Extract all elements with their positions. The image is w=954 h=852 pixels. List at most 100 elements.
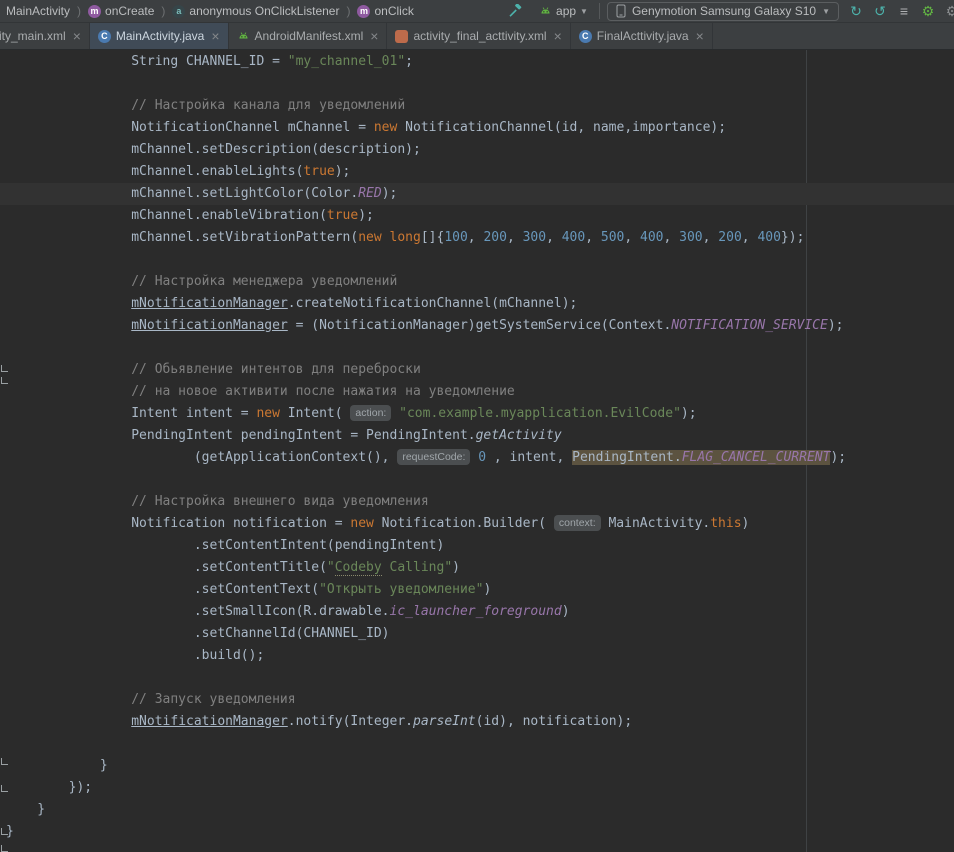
breadcrumb-item[interactable]: MainActivity xyxy=(4,4,72,18)
code-line[interactable]: .setContentText("Открыть уведомление") xyxy=(0,579,954,601)
parameter-hint: context: xyxy=(554,515,601,531)
editor-tab[interactable]: CFinalActtivity.java× xyxy=(571,23,713,49)
code-token: .setContentIntent(pendingIntent) xyxy=(6,538,444,553)
code-token: (id), notification); xyxy=(476,714,633,729)
code-token: ) xyxy=(562,604,570,619)
code-token: }); xyxy=(6,780,92,795)
code-line[interactable] xyxy=(0,469,954,491)
close-tab-icon[interactable]: × xyxy=(554,29,562,43)
code-editor[interactable]: String CHANNEL_ID = "my_channel_01"; // … xyxy=(0,50,954,852)
code-token: FLAG_CANCEL_CURRENT xyxy=(682,450,831,465)
editor-tab[interactable]: ity_main.xml× xyxy=(0,23,90,49)
code-token: true xyxy=(327,208,358,223)
code-token: // Настройка внешнего вида уведомления xyxy=(6,494,429,509)
profiler-icon[interactable]: ⚙ xyxy=(942,1,954,21)
code-token: new xyxy=(256,406,279,421)
run-config-selector[interactable]: app ▼ xyxy=(535,4,592,18)
logcat-list-icon[interactable]: ≡ xyxy=(894,1,914,21)
code-line[interactable]: mNotificationManager = (NotificationMana… xyxy=(0,315,954,337)
code-token: new xyxy=(350,516,373,531)
code-line[interactable]: // на новое активити после нажатия на ув… xyxy=(0,381,954,403)
apply-code-changes-icon[interactable]: ↺ xyxy=(870,1,890,21)
code-token: mChannel.enableVibration( xyxy=(6,208,327,223)
code-line[interactable]: mChannel.setLightColor(Color.RED); xyxy=(0,183,954,205)
code-token: MainActivity. xyxy=(601,516,711,531)
code-line[interactable]: mNotificationManager.createNotificationC… xyxy=(0,293,954,315)
code-token: // на новое активити после нажатия на ув… xyxy=(6,384,515,399)
code-token: PendingIntent pendingIntent = PendingInt… xyxy=(6,428,476,443)
code-line[interactable]: (getApplicationContext(), requestCode: 0… xyxy=(0,447,954,469)
code-line[interactable]: .setContentTitle("Codeby Calling") xyxy=(0,557,954,579)
breadcrumb-item[interactable]: aanonymous OnClickListener xyxy=(170,4,341,18)
code-token: long xyxy=(390,230,421,245)
code-line[interactable]: // Настройка канала для уведомлений xyxy=(0,95,954,117)
fold-marker[interactable] xyxy=(1,828,8,835)
code-token: NOTIFICATION_SERVICE xyxy=(671,318,828,333)
code-token: } xyxy=(6,758,108,773)
code-token: } xyxy=(6,802,45,817)
code-line[interactable]: // Настройка менеджера уведомлений xyxy=(0,271,954,293)
build-hammer-icon[interactable] xyxy=(508,4,528,18)
code-token: ) xyxy=(452,560,460,575)
main-toolbar: MainActivity)monCreate)aanonymous OnClic… xyxy=(0,0,954,23)
code-line[interactable]: mChannel.enableVibration(true); xyxy=(0,205,954,227)
code-token: "my_channel_01" xyxy=(288,54,405,69)
code-line[interactable]: mNotificationManager.notify(Integer.pars… xyxy=(0,711,954,733)
code-line[interactable] xyxy=(0,337,954,359)
close-tab-icon[interactable]: × xyxy=(73,29,81,43)
code-line[interactable]: // Настройка внешнего вида уведомления xyxy=(0,491,954,513)
code-line[interactable]: PendingIntent pendingIntent = PendingInt… xyxy=(0,425,954,447)
code-line[interactable]: mChannel.setVibrationPattern(new long[]{… xyxy=(0,227,954,249)
code-token: 200 xyxy=(483,230,506,245)
code-line[interactable]: .build(); xyxy=(0,645,954,667)
code-line[interactable] xyxy=(0,73,954,95)
code-line[interactable] xyxy=(0,667,954,689)
code-line[interactable]: .setContentIntent(pendingIntent) xyxy=(0,535,954,557)
code-line[interactable] xyxy=(0,249,954,271)
code-line[interactable]: Notification notification = new Notifica… xyxy=(0,513,954,535)
code-token: NotificationChannel mChannel = xyxy=(6,120,374,135)
code-token: ; xyxy=(405,54,413,69)
code-token: 300 xyxy=(523,230,546,245)
code-line[interactable]: // Обьявление интентов для переброски xyxy=(0,359,954,381)
close-tab-icon[interactable]: × xyxy=(370,29,378,43)
code-token: mChannel.enableLights( xyxy=(6,164,303,179)
code-line[interactable]: } xyxy=(0,755,954,777)
editor-tab[interactable]: AndroidManifest.xml× xyxy=(229,23,388,49)
code-line[interactable]: .setSmallIcon(R.drawable.ic_launcher_for… xyxy=(0,601,954,623)
code-token: .build(); xyxy=(6,648,264,663)
code-line[interactable]: // Запуск уведомления xyxy=(0,689,954,711)
code-line[interactable]: String CHANNEL_ID = "my_channel_01"; xyxy=(0,51,954,73)
code-token: mChannel.setDescription(description); xyxy=(6,142,421,157)
layout-icon xyxy=(395,30,408,43)
code-line[interactable]: Intent intent = new Intent( action: "com… xyxy=(0,403,954,425)
fold-marker[interactable] xyxy=(1,377,8,384)
code-line[interactable]: }); xyxy=(0,777,954,799)
code-line[interactable]: .setChannelId(CHANNEL_ID) xyxy=(0,623,954,645)
code-line[interactable]: } xyxy=(0,821,954,843)
code-token: []{ xyxy=(421,230,444,245)
editor-tab[interactable]: CMainActivity.java× xyxy=(90,23,229,49)
code-token: // Настройка канала для уведомлений xyxy=(6,98,405,113)
fold-marker[interactable] xyxy=(1,785,8,792)
code-line[interactable]: NotificationChannel mChannel = new Notif… xyxy=(0,117,954,139)
code-token: new xyxy=(358,230,381,245)
breadcrumb-item[interactable]: monClick xyxy=(355,4,415,18)
fold-marker[interactable] xyxy=(1,365,8,372)
close-tab-icon[interactable]: × xyxy=(211,29,219,43)
code-token: PendingIntent. xyxy=(572,450,682,465)
code-line[interactable]: mChannel.enableLights(true); xyxy=(0,161,954,183)
code-token xyxy=(6,318,131,333)
class-icon: C xyxy=(98,30,111,43)
editor-tab[interactable]: activity_final_acttivity.xml× xyxy=(387,23,570,49)
code-line[interactable]: mChannel.setDescription(description); xyxy=(0,139,954,161)
breadcrumb-item[interactable]: monCreate xyxy=(86,4,156,18)
code-line[interactable]: } xyxy=(0,799,954,821)
apply-changes-icon[interactable]: ↻ xyxy=(846,1,866,21)
fold-marker[interactable] xyxy=(1,758,8,765)
breadcrumb-label: onCreate xyxy=(105,4,154,18)
sync-settings-icon[interactable]: ⚙ xyxy=(918,1,938,21)
code-line[interactable] xyxy=(0,733,954,755)
device-selector[interactable]: Genymotion Samsung Galaxy S10 ▼ xyxy=(607,2,839,21)
close-tab-icon[interactable]: × xyxy=(696,29,704,43)
